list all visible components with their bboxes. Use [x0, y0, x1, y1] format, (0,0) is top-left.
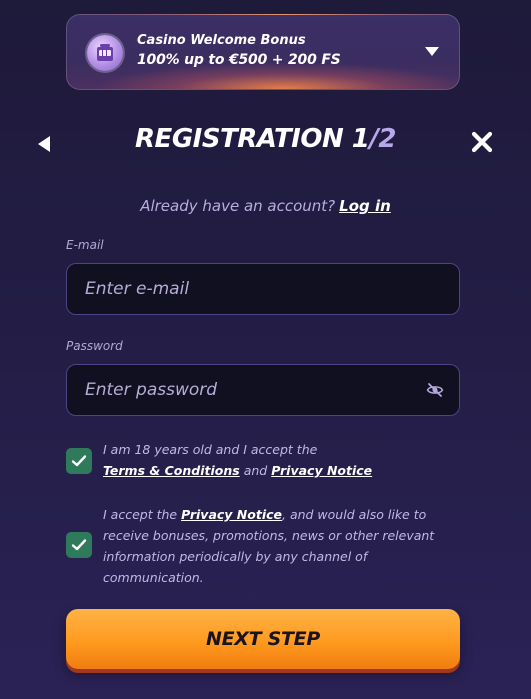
password-label: Password [66, 339, 123, 353]
next-step-button[interactable]: NEXT STEP [66, 609, 460, 669]
slot-machine-icon [87, 35, 123, 71]
marketing-privacy-notice-link[interactable]: Privacy Notice [181, 507, 282, 522]
bonus-title: Casino Welcome Bonus [137, 33, 306, 48]
close-icon[interactable] [470, 130, 494, 154]
email-label: E-mail [66, 238, 104, 252]
password-field[interactable] [66, 364, 460, 416]
welcome-bonus-banner[interactable]: Casino Welcome Bonus 100% up to €500 + 2… [66, 14, 460, 90]
page-title: REGISTRATION 1/2 [0, 124, 531, 154]
marketing-prefix: I accept the [103, 507, 178, 522]
title-main: REGISTRATION 1 [135, 124, 370, 154]
title-slash: / [369, 124, 379, 154]
marketing-checkbox[interactable] [66, 532, 92, 558]
terms-conditions-link[interactable]: Terms & Conditions [103, 463, 240, 478]
login-prompt-text: Already have an account? [140, 197, 336, 215]
terms-checkbox[interactable] [66, 448, 92, 474]
login-link[interactable]: Log in [339, 197, 391, 215]
login-prompt: Already have an account? Log in [0, 197, 531, 215]
eye-off-icon[interactable] [426, 381, 444, 399]
privacy-notice-link[interactable]: Privacy Notice [271, 463, 372, 478]
terms-and: and [243, 463, 268, 478]
terms-consent-text: I am 18 years old and I accept the Terms… [103, 439, 463, 481]
chevron-down-icon[interactable] [425, 47, 439, 56]
title-total: 2 [378, 124, 396, 154]
marketing-consent-text: I accept the Privacy Notice, and would a… [103, 504, 463, 588]
terms-prefix: I am 18 years old and I accept the [103, 442, 318, 457]
email-field[interactable] [66, 263, 460, 315]
bonus-offer: 100% up to €500 + 200 FS [137, 52, 341, 68]
